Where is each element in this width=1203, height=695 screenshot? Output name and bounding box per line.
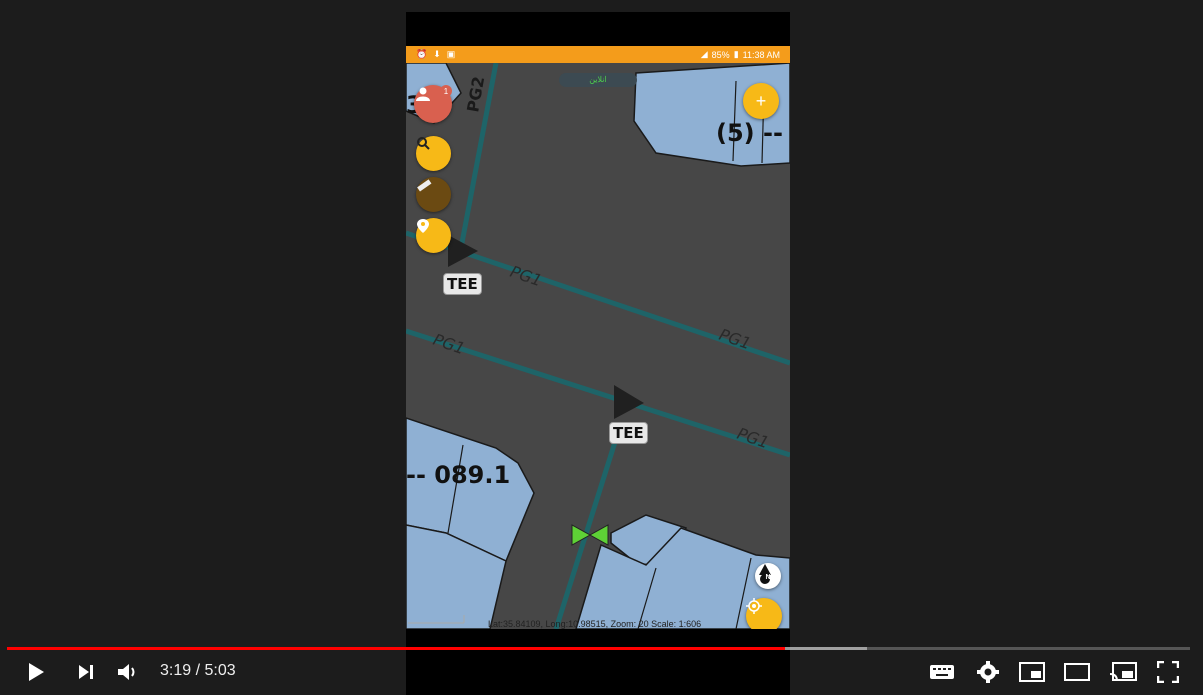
next-button[interactable] [72,658,100,686]
time-display: 3:19 / 5:03 [160,662,236,680]
measure-button[interactable] [416,177,451,212]
search-icon [417,137,430,150]
gear-icon [977,661,999,683]
battery-percent: 85% [711,49,730,60]
pipe-label-pg1-b: PG1 [717,325,754,353]
marker-button[interactable] [416,218,451,253]
parcel-label-1: (5) -- 7 [716,119,790,147]
video-player[interactable]: ⏰ ⬇ ▣ ◢ 85% ▮ 11:38 AM PG2 PG1 PG1 PG1 P… [0,0,1203,695]
signal-icon: ◢ [700,49,708,59]
volume-button[interactable] [114,658,142,686]
phone-screen: ⏰ ⬇ ▣ ◢ 85% ▮ 11:38 AM PG2 PG1 PG1 PG1 P… [406,12,790,695]
duration: 5:03 [204,662,236,679]
miniplayer-button[interactable] [1018,658,1046,686]
theater-icon [1064,663,1090,681]
status-left-icons: ⏰ ⬇ ▣ [406,49,455,60]
settings-button[interactable] [974,658,1002,686]
map-view[interactable]: PG2 PG1 PG1 PG1 PG1 (5) -- 7 -- 089.1 3:… [406,63,790,629]
tee-label-1: TEE [443,273,482,295]
parcel-label-2: -- 089.1 [406,461,510,489]
volume-icon [118,664,135,680]
search-button[interactable] [416,136,451,171]
play-button[interactable] [22,658,50,686]
gps-locate-icon [746,598,762,614]
pipe-label-pg1-c: PG1 [431,330,468,358]
next-icon [79,665,93,679]
compass-label: N [765,574,771,581]
time-separator: / [195,662,201,679]
cast-icon [1109,662,1137,682]
add-button[interactable]: + [743,83,779,119]
map-marker-icon [417,219,429,233]
compass-button[interactable]: N [755,563,781,589]
tee-label-2: TEE [609,422,648,444]
download-icon: ⬇ [433,49,441,59]
battery-icon: ▮ [733,49,739,59]
profile-icon [416,87,430,101]
tee-marker-2 [614,385,644,419]
fullscreen-icon [1157,661,1179,683]
image-icon: ▣ [446,49,456,59]
player-controls: 3:19 / 5:03 [0,640,1203,695]
pipe-label-pg2: PG2 [463,75,488,114]
clock: 11:38 AM [742,49,780,60]
ruler-icon [417,179,432,192]
current-time: 3:19 [160,662,192,679]
progress-bar[interactable] [7,647,1190,650]
play-icon [29,663,44,681]
pipe-label-pg1-d: PG1 [735,424,772,452]
pipe-label-pg1-a: PG1 [508,262,545,290]
coordinate-readout: Lat:35.84109, Long:10.98515, Zoom: 20 Sc… [488,619,702,629]
keyboard-shortcuts-button[interactable] [928,658,956,686]
miniplayer-icon [1019,662,1045,682]
locate-button[interactable] [746,598,782,629]
progress-played [7,647,786,650]
alarm-icon: ⏰ [416,49,428,59]
fullscreen-button[interactable] [1154,658,1182,686]
cast-button[interactable] [1108,658,1138,686]
android-status-bar: ⏰ ⬇ ▣ ◢ 85% ▮ 11:38 AM [406,46,790,63]
notification-badge: 1 [440,85,452,97]
keyboard-icon [930,665,954,679]
status-right-info: ◢ 85% ▮ 11:38 AM [701,49,790,60]
map-canvas: PG2 PG1 PG1 PG1 PG1 (5) -- 7 -- 089.1 3:… [406,63,790,629]
online-status-pill: انلاين [559,73,637,87]
theater-mode-button[interactable] [1063,658,1091,686]
